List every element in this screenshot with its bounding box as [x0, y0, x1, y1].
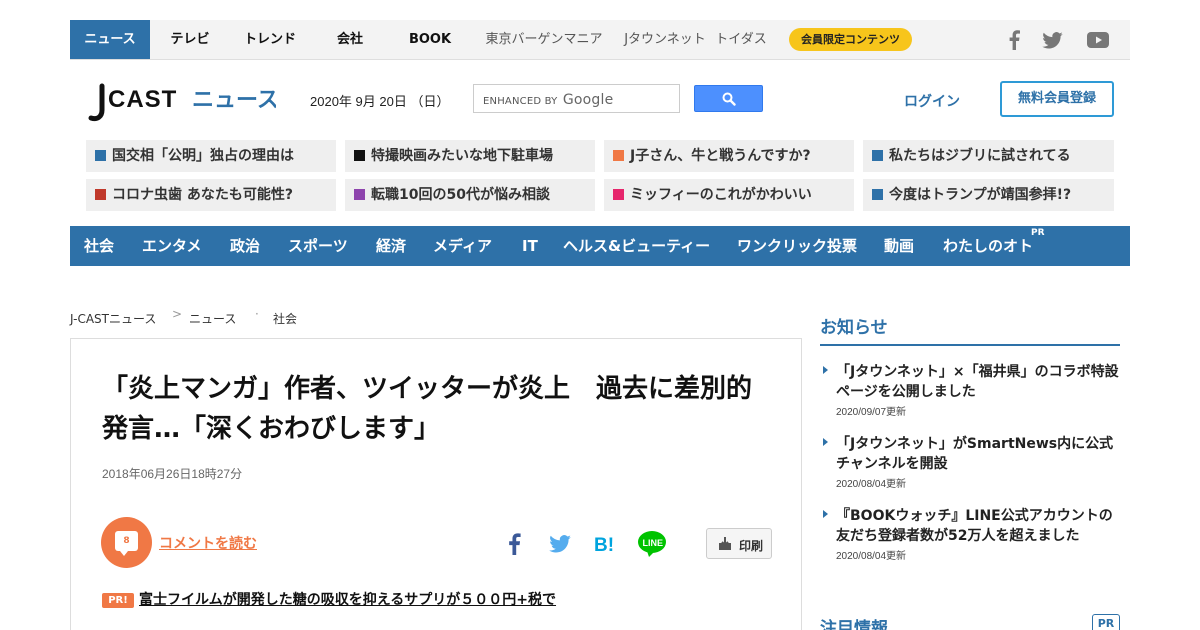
- tab-j-townnet[interactable]: Jタウンネット: [610, 20, 720, 59]
- headline-item[interactable]: 私たちはジブリに試されてる: [863, 140, 1114, 172]
- arrow-icon: [823, 438, 828, 446]
- category-pr-label: PR: [1031, 228, 1045, 238]
- tab-trend[interactable]: トレンド: [230, 20, 310, 59]
- article-date: 2018年06月26日18時27分: [102, 467, 243, 481]
- headline-marker: [354, 150, 365, 161]
- tab-tokyo-bargain-mania[interactable]: 東京バーゲンマニア: [474, 20, 614, 59]
- headline-marker: [872, 189, 883, 200]
- facebook-icon[interactable]: [1002, 29, 1026, 51]
- notice-item[interactable]: 「Jタウンネット」×「福井県」のコラボ特設ページを公開しました 2020/09/…: [820, 362, 1120, 418]
- facebook-share-icon[interactable]: [499, 529, 529, 559]
- category-society[interactable]: 社会: [84, 226, 114, 266]
- svg-text:B!: B!: [594, 535, 614, 554]
- tab-company[interactable]: 会社: [310, 20, 390, 59]
- headline-marker: [354, 189, 365, 200]
- breadcrumb-separator: >: [172, 307, 183, 321]
- headline-marker: [95, 150, 106, 161]
- search-icon: [722, 92, 736, 106]
- headline-item[interactable]: J子さん、牛と戦うんですか?: [604, 140, 854, 172]
- line-share-icon[interactable]: LINE: [637, 529, 667, 559]
- headline-item[interactable]: コロナ虫歯 あなたも可能性?: [86, 179, 336, 211]
- headline-item[interactable]: 特撮映画みたいな地下駐車場: [345, 140, 595, 172]
- tab-tv[interactable]: テレビ: [150, 20, 230, 59]
- youtube-icon[interactable]: [1086, 29, 1110, 51]
- headline-text: J子さん、牛と戦うんですか?: [630, 148, 811, 164]
- signup-button[interactable]: 無料会員登録: [1000, 81, 1114, 117]
- search-input[interactable]: ENHANCED BY Google: [473, 84, 680, 113]
- top-navigation: ニュース テレビ トレンド 会社 BOOK 東京バーゲンマニア Jタウンネット …: [70, 20, 1130, 60]
- headline-marker: [95, 189, 106, 200]
- tab-toidasu[interactable]: トイダス: [710, 20, 772, 59]
- svg-text:LINE: LINE: [643, 538, 664, 548]
- headline-text: 国交相「公明」独占の理由は: [112, 148, 294, 164]
- category-video[interactable]: 動画: [884, 226, 914, 266]
- featured-pr-label: PR: [1092, 614, 1120, 630]
- breadcrumb-news[interactable]: ニュース: [189, 310, 236, 327]
- article-title: 「炎上マンガ」作者、ツイッターが炎上 過去に差別的発言…「深くおわびします」: [102, 374, 753, 444]
- comment-count: 8: [115, 531, 138, 556]
- svg-text:ニュース: ニュース: [192, 88, 276, 113]
- category-politics[interactable]: 政治: [230, 226, 260, 266]
- category-it[interactable]: IT: [522, 226, 538, 266]
- notice-item[interactable]: 「Jタウンネット」がSmartNews内に公式チャンネルを開設 2020/08/…: [820, 434, 1120, 490]
- notice-text: 『BOOKウォッチ』LINE公式アカウントの友だち登録者数が52万人を超えました: [836, 508, 1113, 544]
- comment-count-badge[interactable]: 8: [101, 517, 152, 568]
- notice-heading: お知らせ: [820, 318, 888, 338]
- category-media[interactable]: メディア: [433, 226, 492, 266]
- read-comments-link[interactable]: コメントを読む: [159, 533, 257, 553]
- headline-item[interactable]: ミッフィーのこれがかわいい: [604, 179, 854, 211]
- breadcrumb-society[interactable]: 社会: [273, 310, 297, 327]
- category-economy[interactable]: 経済: [376, 226, 406, 266]
- headline-item[interactable]: 転職10回の50代が悩み相談: [345, 179, 595, 211]
- member-content-button[interactable]: 会員限定コンテンツ: [789, 28, 912, 51]
- headline-text: 今度はトランプが靖国参拝!?: [889, 187, 1072, 203]
- print-icon: [719, 537, 731, 550]
- breadcrumb-home[interactable]: J-CASTニュース: [70, 310, 156, 327]
- notice-updated: 2020/09/07更新: [836, 407, 907, 418]
- search-button[interactable]: [694, 85, 763, 112]
- headline-marker: [613, 150, 624, 161]
- search-enhanced-label: ENHANCED BY: [483, 96, 558, 107]
- breadcrumb-separator: ·: [255, 307, 259, 321]
- headline-text: 私たちはジブリに試されてる: [889, 148, 1071, 164]
- category-sports[interactable]: スポーツ: [288, 226, 348, 266]
- hatena-bookmark-icon[interactable]: B!: [591, 529, 621, 559]
- headline-text: コロナ虫歯 あなたも可能性?: [112, 187, 293, 203]
- headline-text: 転職10回の50代が悩み相談: [371, 187, 550, 203]
- category-watashi-no-oto[interactable]: わたしのオト: [943, 226, 1033, 266]
- notice-updated: 2020/08/04更新: [836, 551, 907, 562]
- google-label: Google: [562, 92, 614, 108]
- notice-text: 「Jタウンネット」×「福井県」のコラボ特設ページを公開しました: [836, 364, 1119, 400]
- headline-item[interactable]: 今度はトランプが靖国参拝!?: [863, 179, 1114, 211]
- notice-updated: 2020/08/04更新: [836, 479, 907, 490]
- notice-text: 「Jタウンネット」がSmartNews内に公式チャンネルを開設: [836, 436, 1114, 472]
- notice-item[interactable]: 『BOOKウォッチ』LINE公式アカウントの友だち登録者数が52万人を超えました…: [820, 506, 1120, 562]
- login-link[interactable]: ログイン: [904, 91, 960, 111]
- current-date: 2020年 9月 20日 （日）: [310, 94, 450, 109]
- tab-news[interactable]: ニュース: [70, 20, 150, 59]
- tab-book[interactable]: BOOK: [390, 20, 470, 59]
- category-one-click-vote[interactable]: ワンクリック投票: [737, 226, 857, 266]
- headline-text: ミッフィーのこれがかわいい: [630, 187, 812, 203]
- pr-ad-link[interactable]: 富士フイルムが開発した糖の吸収を抑えるサプリが５００円+税で: [139, 589, 556, 609]
- category-navigation: 社会 エンタメ 政治 スポーツ 経済 メディア IT ヘルス&ビューティー ワン…: [70, 226, 1130, 266]
- headline-text: 特撮映画みたいな地下駐車場: [371, 148, 553, 164]
- print-label: 印刷: [739, 539, 764, 553]
- pr-badge: PR!: [102, 593, 134, 608]
- twitter-icon[interactable]: [1040, 29, 1064, 51]
- headline-item[interactable]: 国交相「公明」独占の理由は: [86, 140, 336, 172]
- arrow-icon: [823, 510, 828, 518]
- category-health-beauty[interactable]: ヘルス&ビューティー: [563, 226, 710, 266]
- arrow-icon: [823, 366, 828, 374]
- headline-marker: [872, 150, 883, 161]
- jcast-news-logo[interactable]: CAST ニュース: [86, 80, 279, 124]
- notice-divider: [820, 344, 1120, 346]
- headline-marker: [613, 189, 624, 200]
- category-entertainment[interactable]: エンタメ: [142, 226, 202, 266]
- featured-heading: 注目情報: [820, 619, 888, 630]
- svg-text:CAST: CAST: [108, 86, 177, 113]
- twitter-share-icon[interactable]: [545, 529, 575, 559]
- article-card: 「炎上マンガ」作者、ツイッターが炎上 過去に差別的発言…「深くおわびします」 2…: [70, 338, 802, 630]
- print-button[interactable]: 印刷: [706, 528, 772, 559]
